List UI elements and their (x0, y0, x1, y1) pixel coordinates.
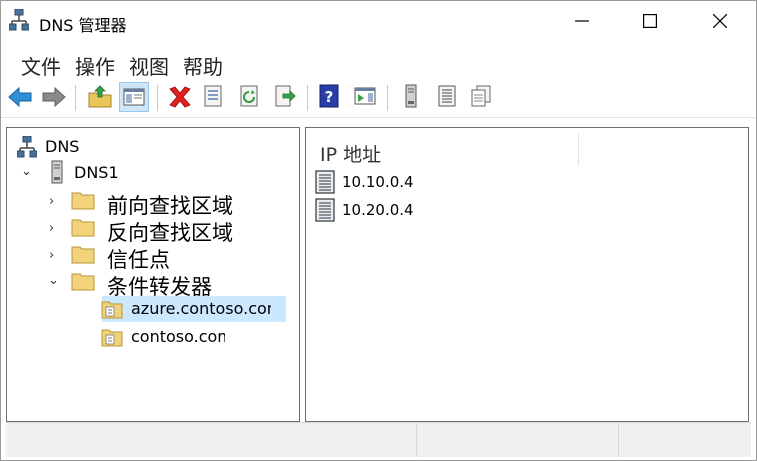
tree-label-zone: 前向查找区域 (107, 194, 233, 218)
help-button[interactable]: ? (315, 82, 345, 112)
show-hide-console-tree-button[interactable] (119, 82, 149, 112)
menu-view[interactable]: 视图 (129, 51, 169, 80)
copy-icon (471, 85, 491, 107)
delete-button[interactable] (165, 82, 195, 112)
tree-node-reverse-lookup-zones[interactable]: › 反向查找区域 (45, 217, 285, 245)
dns-manager-window: DNS 管理器 文件 操作 视图 帮助 ? DNS ⌄ DNS1 › 前向查找区… (0, 0, 757, 461)
up-one-level-button[interactable] (85, 82, 115, 112)
menu-file[interactable]: 文件 (21, 51, 61, 80)
properties-icon (204, 85, 222, 107)
minimize-icon (575, 20, 589, 22)
maximize-icon (643, 14, 657, 28)
close-button[interactable] (685, 1, 755, 41)
folder-icon (71, 273, 95, 291)
folder-icon (71, 246, 95, 264)
forwarder-zone-icon (101, 329, 123, 347)
toolbar-separator (157, 85, 158, 111)
toolbar: ? (1, 79, 756, 118)
properties-button[interactable] (199, 82, 229, 112)
forward-arrow-icon (42, 86, 66, 108)
tree-node-dns1[interactable]: ⌄ DNS1 (17, 160, 237, 186)
export-list-icon (275, 85, 296, 107)
tree-node-forwarder-selected[interactable]: azure.contoso.com (99, 296, 283, 322)
export-list-button[interactable] (271, 82, 301, 112)
title-bar: DNS 管理器 (1, 1, 756, 41)
folder-icon (71, 219, 95, 237)
tree-node-trust-points[interactable]: › 信任点 (45, 244, 285, 272)
tree-node-dns-root[interactable]: DNS (15, 134, 215, 160)
up-folder-icon (88, 85, 112, 108)
close-icon (713, 14, 727, 28)
status-divider (416, 423, 417, 457)
status-bar (6, 422, 751, 457)
tree-node-conditional-forwarders[interactable]: ⌄ 条件转发器 (45, 271, 285, 299)
list-button[interactable] (433, 82, 463, 112)
tree-node-forwarder[interactable]: contoso.com (99, 324, 283, 350)
show-hide-console-tree-icon (123, 88, 145, 106)
server-button[interactable] (397, 82, 427, 112)
ip-address-value: 10.10.0.4 (342, 173, 414, 191)
chevron-right-icon[interactable]: › (49, 194, 54, 209)
tree-label-zone: 反向查找区域 (107, 221, 233, 245)
list-item[interactable]: 10.20.0.4 (314, 198, 434, 224)
tree-label-dns1: DNS1 (74, 163, 119, 182)
back-button[interactable] (5, 82, 35, 112)
refresh-icon (240, 85, 258, 107)
chevron-right-icon[interactable]: › (49, 248, 54, 263)
list-item[interactable]: 10.10.0.4 (314, 170, 434, 196)
tree-label-forwarder: contoso.com (131, 327, 225, 346)
dns-app-icon (8, 8, 30, 31)
dns-root-icon (17, 136, 37, 158)
toolbar-separator (307, 85, 308, 111)
tree-label-dns: DNS (45, 137, 80, 156)
list-icon (438, 85, 456, 107)
column-separator[interactable] (578, 134, 579, 166)
refresh-button[interactable] (235, 82, 265, 112)
maximize-button[interactable] (615, 1, 685, 41)
console-tree-pane[interactable]: DNS ⌄ DNS1 › 前向查找区域 › 反向查找区域 › 信任点 ⌄ 条件转… (6, 127, 300, 422)
chevron-right-icon[interactable]: › (49, 221, 54, 236)
tree-label-forwarder: azure.contoso.com (131, 299, 271, 318)
delete-icon (169, 86, 191, 108)
chevron-down-icon[interactable]: ⌄ (21, 164, 32, 179)
ip-record-icon (315, 170, 335, 194)
window-title: DNS 管理器 (39, 16, 127, 35)
results-pane[interactable]: IP 地址 10.10.0.4 10.20.0.4 (305, 127, 749, 422)
toolbar-separator (387, 85, 388, 111)
show-action-pane-button[interactable] (351, 82, 381, 112)
toolbar-separator (75, 85, 76, 111)
back-arrow-icon (8, 86, 32, 108)
forwarder-zone-icon (101, 301, 123, 319)
ip-record-icon (315, 198, 335, 222)
folder-icon (71, 192, 95, 210)
ip-address-value: 10.20.0.4 (342, 201, 414, 219)
help-icon: ? (319, 84, 339, 108)
status-divider (618, 423, 619, 457)
minimize-button[interactable] (547, 1, 617, 41)
chevron-down-icon[interactable]: ⌄ (48, 273, 59, 288)
column-header-ip-address[interactable]: IP 地址 (320, 140, 381, 167)
show-action-pane-icon (354, 87, 376, 105)
server-icon (51, 160, 63, 184)
tree-node-forward-lookup-zones[interactable]: › 前向查找区域 (45, 190, 285, 218)
menu-action[interactable]: 操作 (75, 51, 115, 80)
tree-label-zone: 信任点 (107, 248, 170, 272)
server-icon (405, 84, 417, 108)
copy-button[interactable] (467, 82, 497, 112)
menu-bar: 文件 操作 视图 帮助 (1, 45, 756, 80)
forward-button[interactable] (39, 82, 69, 112)
menu-help[interactable]: 帮助 (183, 51, 223, 80)
svg-text:?: ? (325, 88, 334, 106)
